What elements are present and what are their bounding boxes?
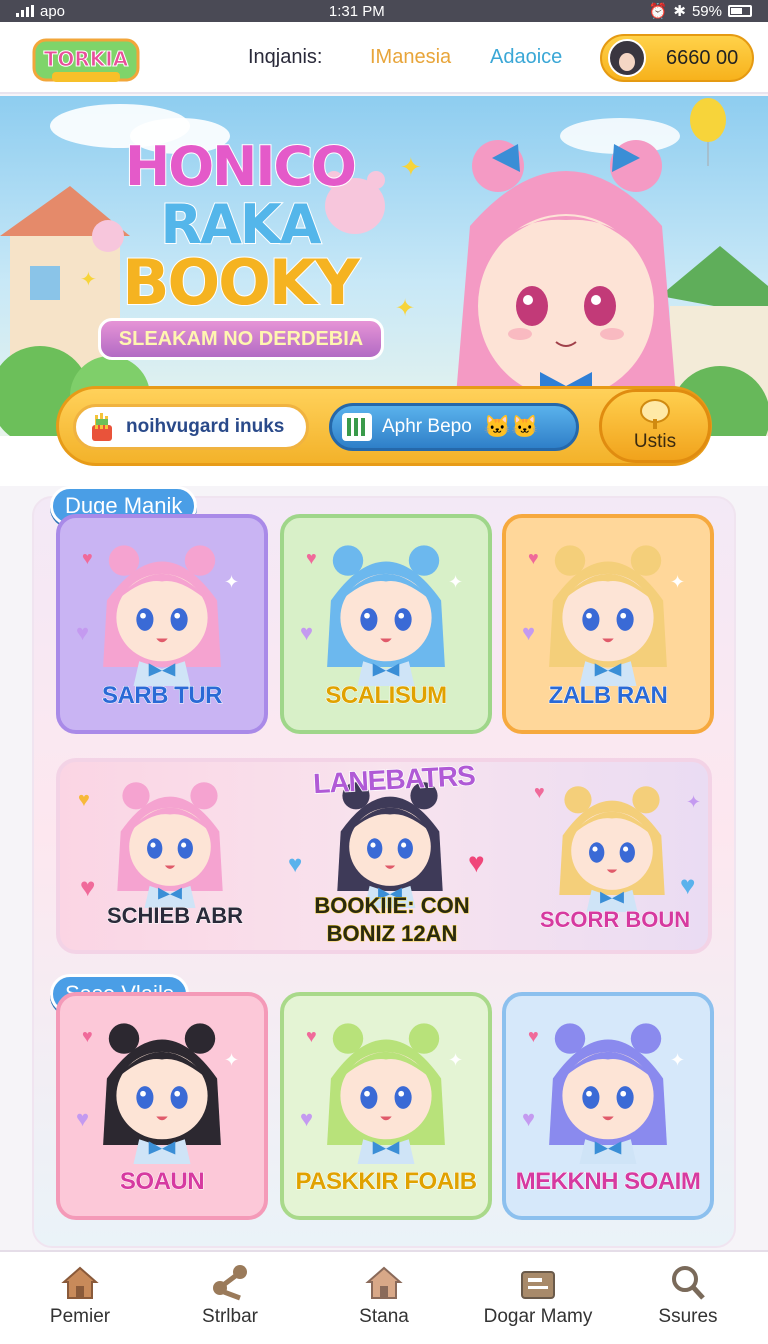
wallet-icon [521, 1271, 555, 1299]
svg-text:TORKIA: TORKIA [44, 47, 129, 71]
tab-stana[interactable]: Stana [314, 1264, 454, 1328]
tab-label: Dogar Mamy [483, 1306, 593, 1327]
bluetooth-icon: ✱ [673, 3, 686, 20]
hero-subtitle: SLEAKAM NO DERDEBIA [98, 318, 384, 360]
nav-link-3[interactable]: Adaoice [490, 46, 562, 69]
share-icon [213, 1265, 247, 1301]
home-icon [61, 1266, 99, 1299]
status-bar: apo 1:31 PM ⏰ ✱ 59% [0, 0, 768, 22]
svg-text:✦: ✦ [80, 269, 97, 291]
featured-name-2: BOOKIIE: CON BONIZ 12AN [314, 893, 470, 947]
character-name: SCALISUM [325, 682, 448, 710]
carrier-label: apo [40, 2, 66, 20]
svg-text:♥: ♥ [522, 1106, 535, 1131]
svg-text:✦: ✦ [448, 572, 463, 592]
character-card[interactable]: ♥ ✦ ♥ SOAUN [56, 992, 268, 1220]
svg-text:✦: ✦ [224, 1050, 239, 1070]
svg-text:♥: ♥ [306, 548, 317, 568]
search-icon [672, 1266, 705, 1300]
avatar [608, 39, 646, 77]
character-name: SARB TUR [102, 682, 224, 710]
coin-amount: 6660 00 [666, 46, 739, 69]
svg-text:♥: ♥ [528, 1026, 539, 1046]
featured-name-1: SCHIEB ABR [106, 903, 244, 929]
signal-icon [16, 5, 34, 17]
tab-label: Pemier [49, 1306, 111, 1327]
svg-text:✦: ✦ [224, 572, 239, 592]
character-card[interactable]: ♥ ✦ ♥ SARB TUR [56, 514, 268, 734]
hero-title-line-3: BOOKY [121, 246, 361, 319]
alarm-icon: ⏰ [648, 3, 668, 20]
character-name: ZALB RAN [548, 682, 668, 710]
tab-pemier[interactable]: Pemier [10, 1264, 150, 1328]
bottom-tab-bar: Pemier Strlbar Stana Dogar Mamy Ssures [0, 1250, 768, 1344]
tab-label: Ssures [658, 1306, 718, 1327]
hero-title-line-1: HONICO [124, 135, 358, 198]
svg-text:✦: ✦ [686, 792, 701, 812]
character-card[interactable]: ♥ ✦ ♥ ZALB RAN [502, 514, 714, 734]
tab-label: Stana [359, 1306, 409, 1327]
character-card[interactable]: ♥ ✦ ♥ MEKKNH SOAIM [502, 992, 714, 1220]
nav-link-2[interactable]: IManesia [370, 46, 451, 69]
character-name: PASKKIR FOAIB [295, 1168, 478, 1196]
nav-link-1[interactable]: Inqjanis: [248, 46, 323, 69]
hero-title: HONICO RAKA BOOKY [100, 135, 380, 319]
svg-text:♥: ♥ [680, 870, 695, 900]
svg-text:♥: ♥ [76, 620, 89, 645]
top-nav: TORKIA Inqjanis: IManesia Adaoice 6660 0… [0, 22, 768, 94]
tree-icon [640, 399, 670, 429]
tab-strlbar[interactable]: Strlbar [160, 1264, 300, 1328]
clock: 1:31 PM [328, 2, 385, 20]
svg-text:♥: ♥ [300, 620, 313, 645]
search-input[interactable]: noihvugard inuks [73, 404, 309, 450]
mascot-icons: 🐱🐱 [483, 414, 539, 439]
app-logo[interactable]: TORKIA [30, 30, 142, 88]
tab-ssures[interactable]: Ssures [618, 1264, 758, 1328]
svg-text:♥: ♥ [300, 1106, 313, 1131]
svg-text:♥: ♥ [82, 1026, 93, 1046]
tab-label: Strlbar [202, 1306, 258, 1327]
character-name: MEKKNH SOAIM [515, 1168, 701, 1196]
svg-text:♥: ♥ [468, 847, 485, 878]
character-card[interactable]: ♥ ✦ ♥ SCALISUM [280, 514, 492, 734]
coin-balance-button[interactable]: 6660 00 [600, 34, 754, 82]
action-bar: noihvugard inuks Aphr Bepo 🐱🐱 Ustis [56, 386, 712, 466]
svg-text:✦: ✦ [395, 295, 415, 322]
house-icon [365, 1266, 403, 1299]
calendar-icon [342, 413, 372, 441]
svg-text:✦: ✦ [670, 572, 685, 592]
svg-text:♥: ♥ [522, 620, 535, 645]
hero-banner: ✦ ✦ ✦ HONICO RAKA BOOKY SLEAKAM NO DERDE… [0, 96, 768, 436]
aphr-bepo-button[interactable]: Aphr Bepo 🐱🐱 [329, 403, 579, 451]
svg-text:♥: ♥ [82, 548, 93, 568]
svg-text:♥: ♥ [76, 1106, 89, 1131]
search-value: noihvugard inuks [126, 416, 285, 437]
tab-dogar-mamy[interactable]: Dogar Mamy [468, 1264, 608, 1328]
battery-percent: 59% [691, 2, 722, 20]
ustis-label: Ustis [633, 431, 677, 452]
svg-text:✦: ✦ [400, 152, 422, 182]
svg-text:✦: ✦ [448, 1050, 463, 1070]
svg-text:♥: ♥ [306, 1026, 317, 1046]
svg-text:♥: ♥ [288, 851, 302, 878]
svg-text:♥: ♥ [528, 548, 539, 568]
svg-text:✦: ✦ [670, 1050, 685, 1070]
fries-icon [92, 413, 112, 441]
ustis-button[interactable]: Ustis [599, 389, 711, 463]
svg-text:♥: ♥ [78, 789, 90, 811]
svg-text:♥: ♥ [80, 872, 95, 902]
battery-icon [727, 5, 752, 17]
character-card[interactable]: ♥ ✦ ♥ PASKKIR FOAIB [280, 992, 492, 1220]
featured-card[interactable]: ♥ ♥ ♥ ♥ ♥ ♥ ✦ LANEBATRS SCHIEB ABR BOOKI… [56, 758, 712, 954]
character-name: SOAUN [119, 1168, 205, 1196]
aphr-bepo-label: Aphr Bepo [382, 416, 472, 437]
svg-text:♥: ♥ [534, 782, 545, 802]
featured-name-3: SCORR BOUN [539, 907, 691, 933]
